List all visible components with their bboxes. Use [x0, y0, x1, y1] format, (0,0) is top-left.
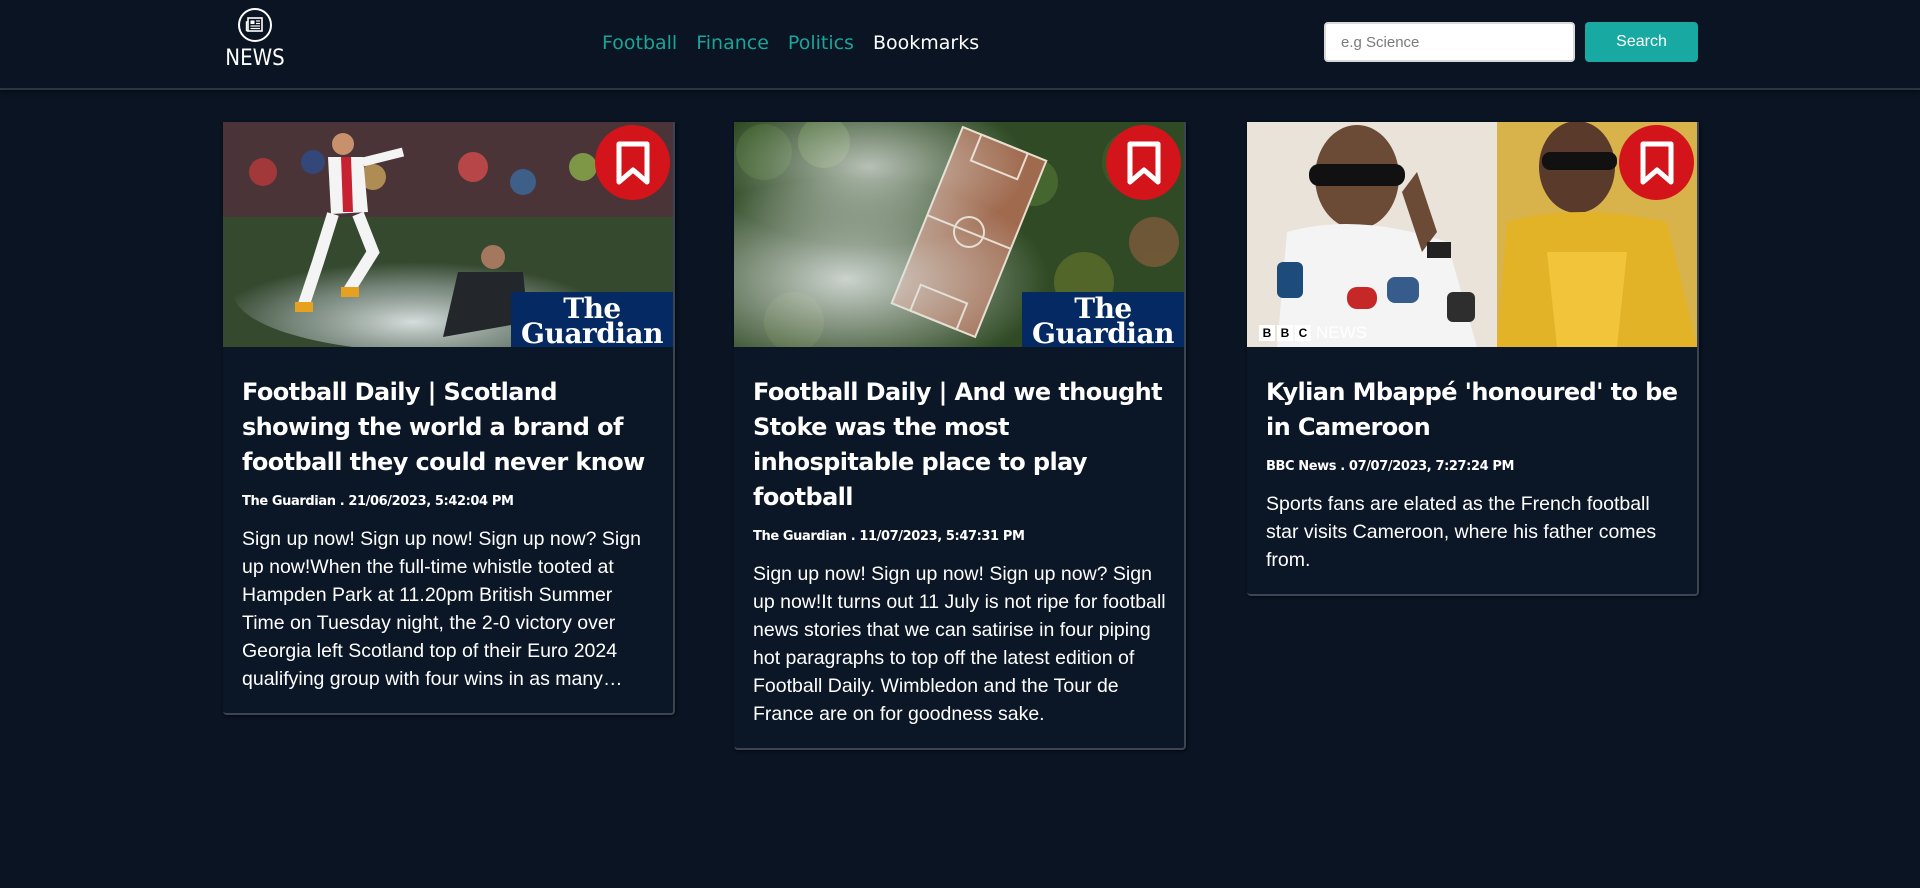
search-button[interactable]: Search — [1585, 22, 1698, 62]
nav-link-football[interactable]: Football — [602, 29, 677, 57]
article-image[interactable]: The Guardian — [734, 122, 1184, 347]
bookmark-button[interactable] — [1619, 125, 1694, 200]
main-nav: Football Finance Politics Bookmarks — [602, 29, 998, 57]
article-image[interactable]: B B C NEWS — [1247, 122, 1697, 347]
article-description: Sign up now! Sign up now! Sign up now? S… — [242, 528, 641, 690]
bookmark-button[interactable] — [1106, 125, 1181, 200]
article-description: Sports fans are elated as the French foo… — [1266, 493, 1657, 571]
bookmark-button[interactable] — [595, 125, 670, 200]
article-card: The Guardian Football Daily | And we tho… — [734, 122, 1186, 750]
source-logo: The Guardian — [511, 292, 673, 347]
article-title[interactable]: Kylian Mbappé 'honoured' to be in Camero… — [1266, 375, 1679, 445]
nav-link-finance[interactable]: Finance — [696, 29, 769, 57]
nav-link-bookmarks[interactable]: Bookmarks — [873, 29, 979, 57]
top-navbar: NEWS Football Finance Politics Bookmarks… — [0, 0, 1920, 90]
nav-link-politics[interactable]: Politics — [788, 29, 854, 57]
article-card: The Guardian Football Daily | Scotland s… — [223, 122, 675, 715]
article-title[interactable]: Football Daily | Scotland showing the wo… — [242, 375, 655, 480]
logo-text: NEWS — [225, 46, 285, 71]
search-input[interactable] — [1324, 22, 1575, 62]
bbc-news-logo: B B C NEWS — [1259, 323, 1367, 343]
article-image[interactable]: The Guardian — [223, 122, 673, 347]
site-logo[interactable]: NEWS — [221, 8, 289, 78]
article-card: B B C NEWS Kylian Mbappé 'honoured' to b… — [1247, 122, 1699, 596]
bookmark-icon — [1127, 141, 1160, 184]
article-body: Kylian Mbappé 'honoured' to be in Camero… — [1247, 347, 1697, 594]
bookmark-icon — [616, 141, 649, 184]
article-body: Football Daily | And we thought Stoke wa… — [734, 347, 1184, 748]
article-meta: The Guardian . 21/06/2023, 5:42:04 PM — [242, 494, 514, 509]
bookmark-icon — [1640, 141, 1673, 184]
article-body: Football Daily | Scotland showing the wo… — [223, 347, 673, 713]
article-title[interactable]: Football Daily | And we thought Stoke wa… — [753, 375, 1166, 515]
article-description: Sign up now! Sign up now! Sign up now? S… — [753, 563, 1166, 725]
article-meta: The Guardian . 11/07/2023, 5:47:31 PM — [753, 529, 1025, 544]
article-meta: BBC News . 07/07/2023, 7:27:24 PM — [1266, 459, 1515, 474]
source-logo: The Guardian — [1022, 292, 1184, 347]
newspaper-icon — [238, 8, 272, 42]
